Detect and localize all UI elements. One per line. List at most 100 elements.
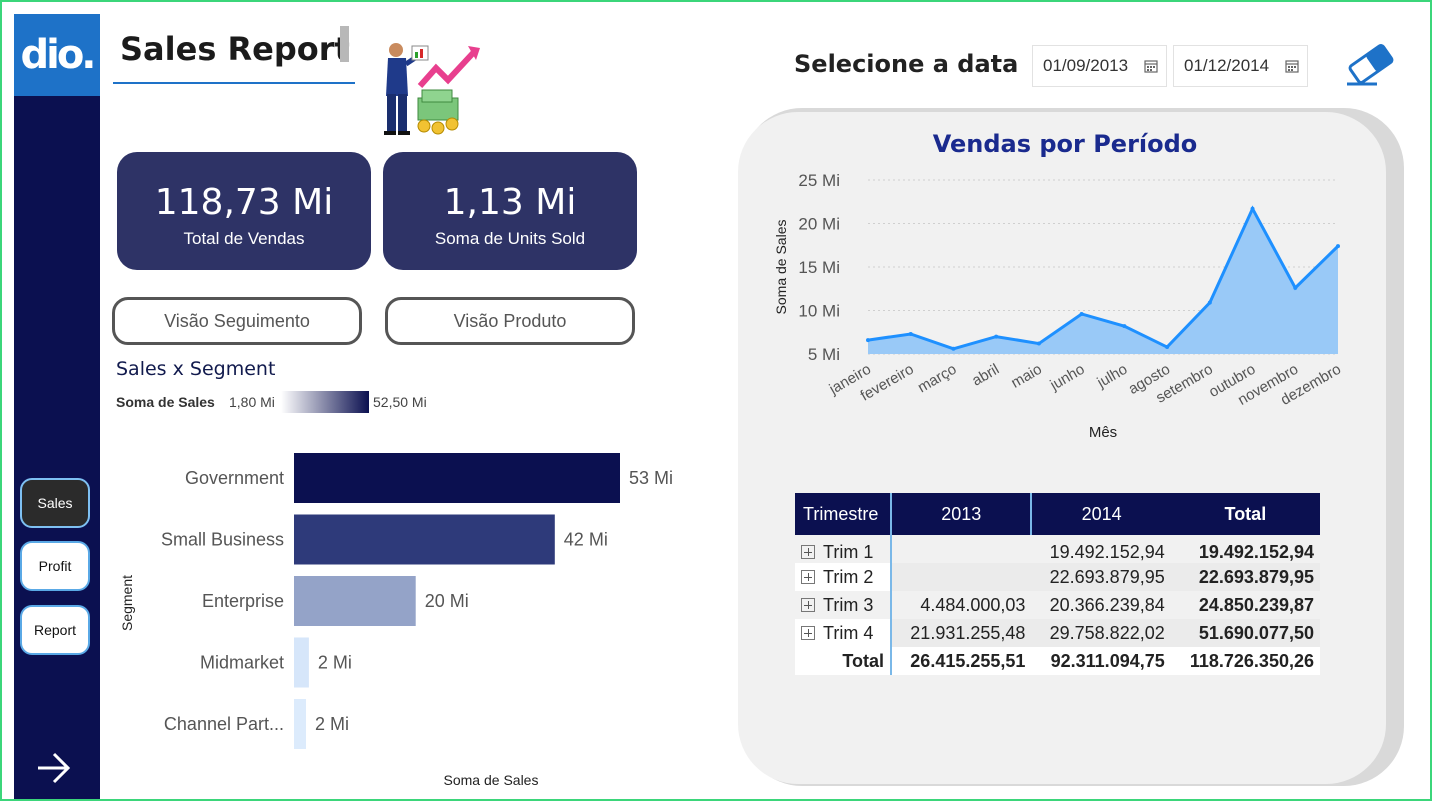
product-view-button[interactable]: Visão Produto [385,297,635,345]
data-point[interactable] [1165,345,1170,350]
cell-2014: 19.492.152,94 [1049,541,1165,562]
kpi-units-sold-label: Soma de Units Sold [434,229,586,248]
data-point[interactable] [1122,324,1127,329]
segment-chart-title: Sales x Segment [116,358,276,380]
kpi-total-sales-card: 118,73 Mi Total de Vendas [117,152,371,270]
bar[interactable] [294,576,416,626]
expand-icon[interactable] [801,625,815,640]
bar[interactable] [294,637,309,688]
row-label: Trim 2 [823,566,874,587]
data-point[interactable] [1079,311,1084,316]
table-total-row: Total 26.415.255,51 92.311.094,75 118.72… [795,647,1320,675]
data-label: 53 Mi [629,468,673,488]
table-row: Trim 2 22.693.879,95 22.693.879,95 [795,563,1320,591]
matrix-header-2013[interactable]: 2013 [891,493,1033,535]
category-label: Channel Part... [164,714,284,734]
category-label: Small Business [161,530,284,550]
nav-report-label: Report [33,622,77,638]
bar[interactable] [294,699,306,749]
nav-report-button[interactable]: Report [20,605,90,655]
data-point[interactable] [908,331,913,336]
nav-sales-label: Sales [37,495,73,511]
date-end-input[interactable]: 01/12/2014 [1173,45,1308,87]
segment-bar-chart: Government 53 Mi Small Business 42 Mi Enterp… [119,453,673,788]
data-point[interactable] [1293,285,1298,290]
cell-2013 [891,535,1031,563]
segment-view-button[interactable]: Visão Seguimento [112,297,362,345]
x-tick-label: junho [1046,361,1087,395]
nav-sales-button[interactable]: Sales [20,478,90,528]
eraser-icon[interactable] [1343,40,1399,88]
x-tick-label: julho [1094,361,1131,392]
category-label: Government [185,468,284,488]
date-end-value: 01/12/2014 [1184,56,1270,75]
legend-gradient [281,391,369,413]
x-axis-title: Soma de Sales [444,772,539,788]
cell-2013: 4.484.000,03 [920,594,1026,615]
y-tick-label: 10 Mi [798,302,840,321]
quarter-matrix: Trimestre 2013 2014 Total Trim 1 19.492.… [795,493,1321,675]
category-label: Midmarket [200,653,284,673]
page-title: Sales Report [120,30,350,68]
x-axis-title: Mês [1089,424,1117,441]
date-start-input[interactable]: 01/09/2013 [1032,45,1167,87]
x-tick-label: abril [969,361,1002,390]
row-header: Trim 3 [795,591,892,619]
title-accent-bar [340,26,349,62]
segment-view-label: Visão Seguimento [164,310,310,331]
arrow-right-icon[interactable] [34,748,74,788]
date-start-value: 01/09/2013 [1043,56,1129,75]
bar[interactable] [294,514,555,565]
total-2014: 92.311.094,75 [1031,647,1171,675]
calendar-icon[interactable] [1285,59,1299,73]
grand-total: 118.726.350,26 [1170,647,1320,675]
cell-total: 24.850.239,87 [1198,594,1314,615]
data-label: 20 Mi [425,591,469,611]
total-2013: 26.415.255,51 [891,647,1032,675]
cell-total: 51.690.077,50 [1170,619,1320,647]
date-filter-label: Selecione a data [794,50,1019,78]
y-tick-label: 25 Mi [798,171,840,190]
row-label: Trim 4 [823,622,874,643]
data-point[interactable] [1207,300,1212,305]
data-point[interactable] [951,346,956,351]
legend-max: 52,50 Mi [373,394,427,410]
nav-profit-button[interactable]: Profit [20,541,90,591]
matrix-header-2014[interactable]: 2014 [1031,493,1171,535]
cell-2013: 21.931.255,48 [891,619,1032,647]
calendar-icon[interactable] [1144,59,1158,73]
kpi-total-sales-value: 118,73 Mi [154,182,334,223]
data-point[interactable] [1036,341,1041,346]
sales-period-line-chart: 5 Mi10 Mi15 Mi20 Mi25 Mijaneirofevereiro… [773,171,1344,441]
nav-profit-label: Profit [38,558,72,574]
legend-min: 1,80 Mi [229,394,275,410]
expand-icon[interactable] [801,544,815,559]
data-point[interactable] [866,338,870,343]
matrix-header-total[interactable]: Total [1170,493,1320,535]
row-header: Trim 4 [795,619,892,647]
kpi-units-sold-card: 1,13 Mi Soma de Units Sold [383,152,637,270]
logo-text: dio. [20,32,96,78]
expand-icon[interactable] [801,569,815,584]
data-label: 2 Mi [315,714,349,734]
business-growth-illustration [384,43,480,135]
y-axis-title: Segment [119,575,135,631]
bar[interactable] [294,453,620,503]
legend-title: Soma de Sales [116,394,215,410]
data-label: 2 Mi [318,653,352,673]
area-fill [868,208,1338,354]
kpi-total-sales-label: Total de Vendas [183,229,305,248]
row-label: Trim 3 [823,594,874,615]
data-point[interactable] [994,334,999,339]
cell-2014: 20.366.239,84 [1049,594,1165,615]
data-point[interactable] [1250,206,1255,211]
table-row: Trim 3 4.484.000,03 20.366.239,84 24.850… [795,591,1320,619]
matrix-header-quarter[interactable]: Trimestre [795,493,892,535]
x-tick-label: março [915,361,960,397]
cell-2013 [891,563,1032,591]
data-point[interactable] [1336,244,1340,249]
expand-icon[interactable] [801,597,815,612]
x-tick-label: maio [1008,361,1045,392]
cell-total: 22.693.879,95 [1170,563,1320,591]
product-view-label: Visão Produto [453,310,567,331]
